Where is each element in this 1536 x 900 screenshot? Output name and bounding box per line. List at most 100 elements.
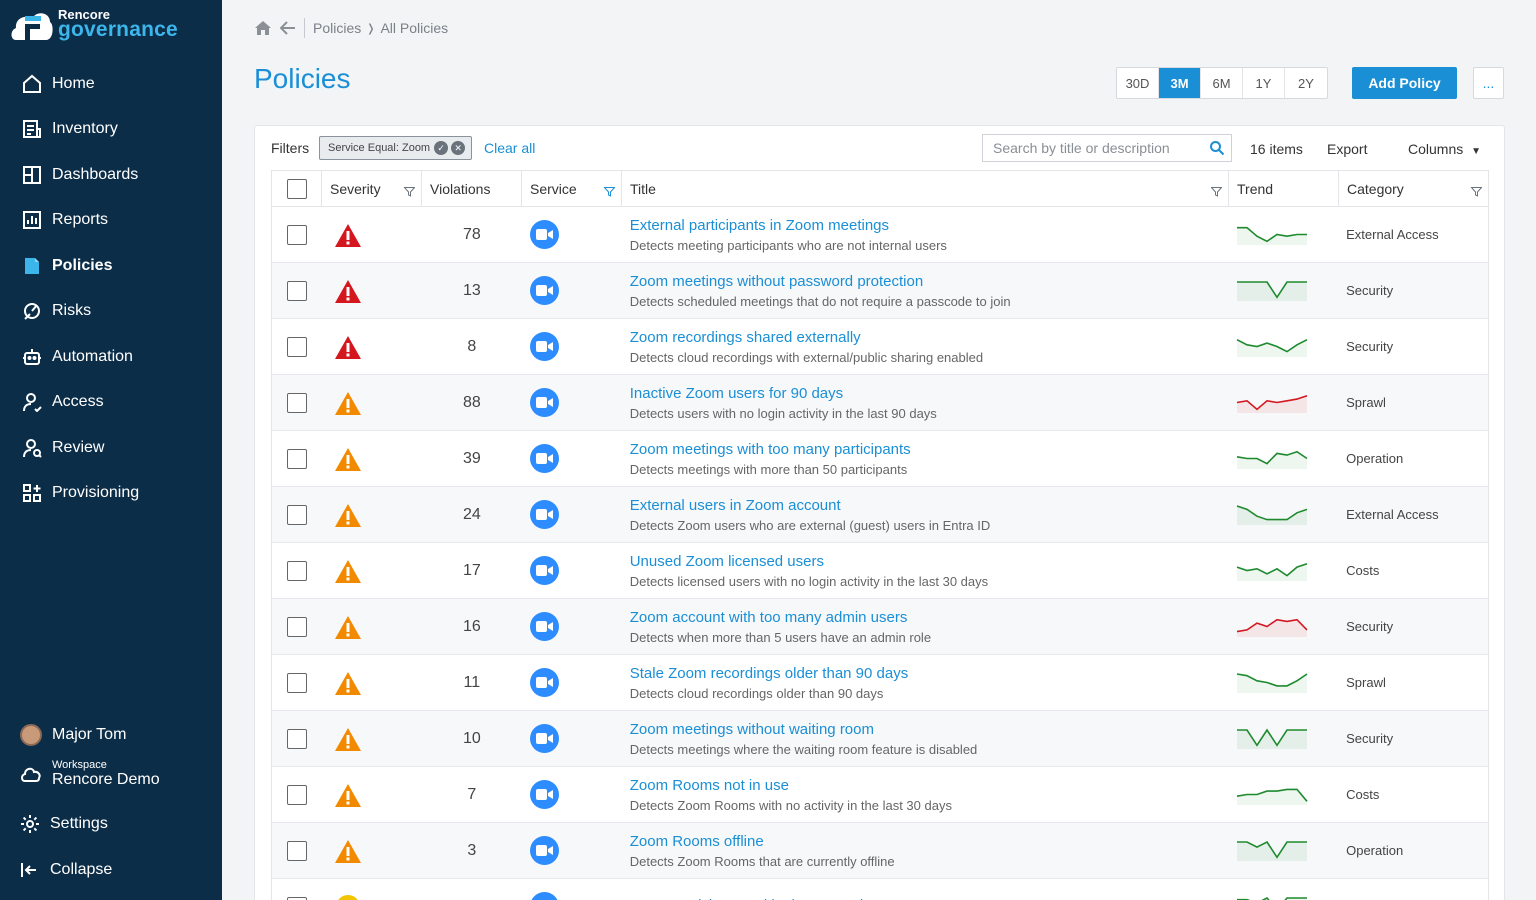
search-input[interactable] <box>993 140 1203 156</box>
sidebar-item-risks[interactable]: Risks <box>0 289 222 335</box>
table-row[interactable]: 1 Zoom participants with short attendance <box>271 879 1489 900</box>
col-trend[interactable]: Trend <box>1229 171 1339 206</box>
trend-cell <box>1228 823 1338 878</box>
row-checkbox[interactable] <box>286 840 307 861</box>
row-checkbox[interactable] <box>286 616 307 637</box>
table-row[interactable]: 24 External users in Zoom account Detects … <box>271 487 1489 543</box>
policy-title-link[interactable]: Zoom meetings without password protectio… <box>630 272 923 291</box>
service-cell <box>522 655 622 710</box>
range-1y-button[interactable]: 1Y <box>1243 68 1285 98</box>
sidebar-item-review[interactable]: Review <box>0 425 222 471</box>
back-arrow-icon[interactable] <box>280 21 296 35</box>
select-all-checkbox[interactable] <box>286 178 307 199</box>
policy-title-link[interactable]: Unused Zoom licensed users <box>630 552 824 571</box>
violations-count[interactable]: 3 <box>467 842 476 860</box>
violations-count[interactable]: 39 <box>463 450 481 468</box>
brand-logo[interactable]: Rencore governance <box>10 6 178 42</box>
filter-icon[interactable] <box>403 184 416 200</box>
breadcrumb-item[interactable]: Policies <box>313 20 361 36</box>
violations-count[interactable]: 24 <box>463 506 481 524</box>
row-checkbox[interactable] <box>286 336 307 357</box>
filter-icon[interactable] <box>1470 184 1483 200</box>
violations-count[interactable]: 13 <box>463 282 481 300</box>
table-row[interactable]: 8 Zoom recordings shared externally Detect… <box>271 319 1489 375</box>
col-category[interactable]: Category <box>1339 171 1488 206</box>
policy-title-link[interactable]: Zoom Rooms offline <box>630 832 764 851</box>
violations-cell: 10 <box>422 711 522 766</box>
sidebar-item-automation[interactable]: Automation <box>0 334 222 380</box>
sidebar-item-policies[interactable]: Policies <box>0 243 222 289</box>
sidebar-item-reports[interactable]: Reports <box>0 198 222 244</box>
range-2y-button[interactable]: 2Y <box>1285 68 1327 98</box>
add-policy-button[interactable]: Add Policy <box>1352 67 1457 99</box>
filter-icon[interactable] <box>1210 184 1223 200</box>
violations-count[interactable]: 11 <box>464 674 481 692</box>
sidebar-item-home[interactable]: Home <box>0 61 222 107</box>
table-row[interactable]: 11 Stale Zoom recordings older than 90 da… <box>271 655 1489 711</box>
range-6m-button[interactable]: 6M <box>1201 68 1243 98</box>
table-row[interactable]: 39 Zoom meetings with too many participan… <box>271 431 1489 487</box>
export-button[interactable]: Export <box>1327 141 1367 157</box>
more-options-button[interactable]: ... <box>1473 67 1504 99</box>
table-row[interactable]: 78 External participants in Zoom meetings… <box>271 207 1489 263</box>
col-service[interactable]: Service <box>522 171 622 206</box>
row-checkbox[interactable] <box>286 504 307 525</box>
user-profile[interactable]: Major Tom <box>0 722 222 748</box>
policy-title-link[interactable]: Zoom account with too many admin users <box>630 608 908 627</box>
row-checkbox[interactable] <box>286 280 307 301</box>
sidebar-item-provisioning[interactable]: Provisioning <box>0 471 222 517</box>
policy-title-link[interactable]: Inactive Zoom users for 90 days <box>630 384 843 403</box>
row-checkbox[interactable] <box>286 784 307 805</box>
filter-icon[interactable] <box>603 184 616 200</box>
sidebar-item-dashboards[interactable]: Dashboards <box>0 152 222 198</box>
sidebar-item-access[interactable]: Access <box>0 380 222 426</box>
row-checkbox[interactable] <box>286 392 307 413</box>
table-row[interactable]: 17 Unused Zoom licensed users Detects lice… <box>271 543 1489 599</box>
policy-title-link[interactable]: External users in Zoom account <box>630 496 841 515</box>
table-row[interactable]: 88 Inactive Zoom users for 90 days Detects… <box>271 375 1489 431</box>
columns-button[interactable]: Columns ▼ <box>1408 141 1481 157</box>
violations-count[interactable]: 78 <box>463 226 481 244</box>
violations-count[interactable]: 7 <box>467 786 476 804</box>
table-row[interactable]: 3 Zoom Rooms offline Detects Zoom Rooms th… <box>271 823 1489 879</box>
range-30d-button[interactable]: 30D <box>1117 68 1159 98</box>
table-row[interactable]: 13 Zoom meetings without password protect… <box>271 263 1489 319</box>
table-row[interactable]: 16 Zoom account with too many admin users… <box>271 599 1489 655</box>
violations-count[interactable]: 88 <box>463 394 481 412</box>
row-checkbox[interactable] <box>286 224 307 245</box>
home-icon[interactable] <box>254 20 272 36</box>
policy-title-link[interactable]: Zoom Rooms not in use <box>630 776 789 795</box>
clear-all-link[interactable]: Clear all <box>484 140 535 156</box>
table-row[interactable]: 7 Zoom Rooms not in use Detects Zoom Rooms… <box>271 767 1489 823</box>
check-icon[interactable]: ✓ <box>434 141 449 155</box>
col-violations[interactable]: Violations <box>422 171 522 206</box>
policy-title-link[interactable]: External participants in Zoom meetings <box>630 216 889 235</box>
row-checkbox[interactable] <box>286 672 307 693</box>
row-checkbox[interactable] <box>286 448 307 469</box>
col-severity[interactable]: Severity <box>322 171 422 206</box>
violations-count[interactable]: 17 <box>463 562 481 580</box>
row-checkbox[interactable] <box>286 560 307 581</box>
policy-title-link[interactable]: Zoom meetings without waiting room <box>630 720 874 739</box>
violations-count[interactable]: 16 <box>463 618 481 636</box>
table-row[interactable]: 10 Zoom meetings without waiting room Dete… <box>271 711 1489 767</box>
violations-count[interactable]: 10 <box>463 730 481 748</box>
settings-link[interactable]: Settings <box>0 812 222 836</box>
collapse-button[interactable]: Collapse <box>0 858 222 882</box>
search-icon[interactable] <box>1209 140 1225 159</box>
row-checkbox[interactable] <box>286 896 307 900</box>
filter-chip[interactable]: Service Equal: Zoom ✓ ✕ <box>319 136 473 160</box>
row-checkbox[interactable] <box>286 728 307 749</box>
range-3m-button[interactable]: 3M <box>1159 68 1201 98</box>
policy-title-link[interactable]: Zoom recordings shared externally <box>630 328 861 347</box>
close-icon[interactable]: ✕ <box>451 141 466 155</box>
policy-title-link[interactable]: Zoom participants with short attendance <box>630 896 896 900</box>
sidebar-item-inventory[interactable]: Inventory <box>0 107 222 153</box>
policy-description: Detects Zoom Rooms with no activity in t… <box>629 798 952 813</box>
category-cell: Costs <box>1338 543 1488 598</box>
col-title[interactable]: Title <box>622 171 1229 206</box>
policy-title-link[interactable]: Zoom meetings with too many participants <box>630 440 911 459</box>
violations-count[interactable]: 8 <box>467 338 476 356</box>
workspace-switcher[interactable]: Workspace Rencore Demo <box>0 759 222 789</box>
policy-title-link[interactable]: Stale Zoom recordings older than 90 days <box>630 664 909 683</box>
